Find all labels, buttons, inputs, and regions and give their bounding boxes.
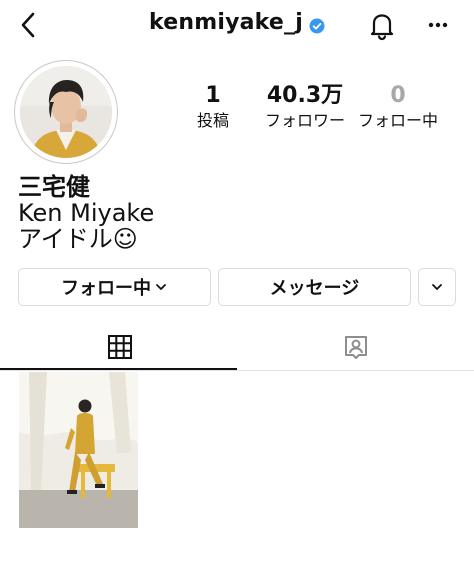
bio: 三宅健 Ken Miyake アイドル☺ bbox=[18, 174, 154, 252]
username-header: kenmiyake_j bbox=[0, 10, 474, 35]
chevron-down-icon bbox=[156, 284, 166, 290]
posts-count[interactable]: 1 投稿 bbox=[186, 82, 240, 132]
bell-icon bbox=[370, 14, 394, 41]
tab-grid[interactable] bbox=[107, 334, 133, 360]
top-bar: kenmiyake_j bbox=[0, 0, 474, 56]
verified-badge-icon bbox=[309, 15, 325, 33]
followers-count-label: フォロワー bbox=[264, 111, 345, 130]
tagged-person-icon bbox=[345, 336, 367, 359]
followers-count[interactable]: 40.3万 フォロワー bbox=[256, 82, 354, 132]
chevron-down-icon bbox=[432, 284, 442, 290]
following-count-label: フォロー中 bbox=[357, 111, 438, 130]
bio-line-occupation: アイドル☺ bbox=[18, 225, 138, 253]
username-text: kenmiyake_j bbox=[149, 10, 303, 35]
display-name: 三宅健 bbox=[18, 173, 90, 201]
message-button[interactable]: メッセージ bbox=[218, 268, 411, 306]
tab-tagged[interactable] bbox=[342, 333, 370, 361]
more-horizontal-icon bbox=[428, 22, 448, 28]
active-tab-indicator bbox=[0, 368, 237, 370]
following-count-value: 0 bbox=[390, 83, 406, 108]
more-options-button[interactable] bbox=[424, 12, 452, 38]
bio-line-name-en: Ken Miyake bbox=[18, 199, 155, 227]
tabs-divider bbox=[0, 370, 474, 371]
posts-count-value: 1 bbox=[205, 83, 221, 108]
profile-tabs bbox=[0, 330, 474, 372]
suggested-accounts-button[interactable] bbox=[418, 268, 456, 306]
following-button[interactable]: フォロー中 bbox=[18, 268, 211, 306]
profile-photo bbox=[20, 66, 112, 158]
grid-icon bbox=[108, 335, 132, 359]
following-button-label: フォロー中 bbox=[61, 278, 151, 299]
post-thumbnail[interactable] bbox=[19, 372, 138, 528]
post-photo bbox=[19, 372, 138, 528]
message-button-label: メッセージ bbox=[269, 278, 360, 299]
avatar[interactable] bbox=[20, 66, 112, 158]
notifications-button[interactable] bbox=[366, 8, 398, 42]
posts-count-label: 投稿 bbox=[196, 111, 229, 130]
followers-count-value: 40.3万 bbox=[266, 83, 344, 108]
following-count[interactable]: 0 フォロー中 bbox=[354, 82, 442, 132]
